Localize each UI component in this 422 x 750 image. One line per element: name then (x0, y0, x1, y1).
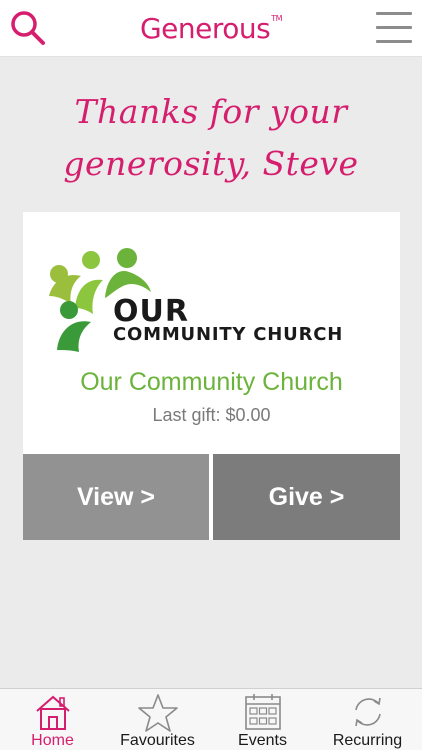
tab-favourites-label: Favourites (120, 732, 195, 749)
tab-bar: Home Favourites Events Recurring (0, 688, 422, 750)
last-gift: Last gift: $0.00 (23, 405, 400, 426)
tab-recurring-label: Recurring (332, 732, 403, 749)
last-gift-amount: $0.00 (225, 405, 271, 425)
church-card: OUR COMMUNITY CHURCH Our Community Churc… (23, 212, 400, 540)
greeting-line-2: generosity, Steve (63, 144, 359, 183)
tab-home-label: Home (31, 732, 74, 749)
tab-recurring[interactable]: Recurring (315, 689, 420, 750)
recurring-icon (354, 697, 381, 727)
calendar-icon (244, 694, 281, 730)
last-gift-label: Last gift: (152, 405, 221, 425)
tab-favourites[interactable]: Favourites (105, 689, 210, 750)
tab-home[interactable]: Home (0, 689, 105, 750)
tab-events-label: Events (238, 732, 287, 749)
church-logo: OUR COMMUNITY CHURCH (45, 238, 365, 354)
top-bar: GenerousTM (0, 0, 422, 57)
tab-events[interactable]: Events (210, 689, 315, 750)
brand-name: Generous (139, 12, 271, 45)
greeting-line-1: Thanks for your (74, 92, 348, 131)
church-name: Our Community Church (80, 368, 343, 396)
brand-logo: GenerousTM (0, 12, 422, 45)
view-button[interactable]: View > (23, 454, 209, 540)
home-icon (35, 695, 70, 730)
trademark-mark: TM (271, 14, 283, 23)
give-button[interactable]: Give > (213, 454, 400, 540)
logo-word-community-church: COMMUNITY CHURCH (113, 324, 344, 345)
menu-button[interactable] (376, 10, 412, 46)
greeting-message: Thanks for your generosity, Steve (20, 86, 402, 190)
star-icon (137, 694, 178, 732)
